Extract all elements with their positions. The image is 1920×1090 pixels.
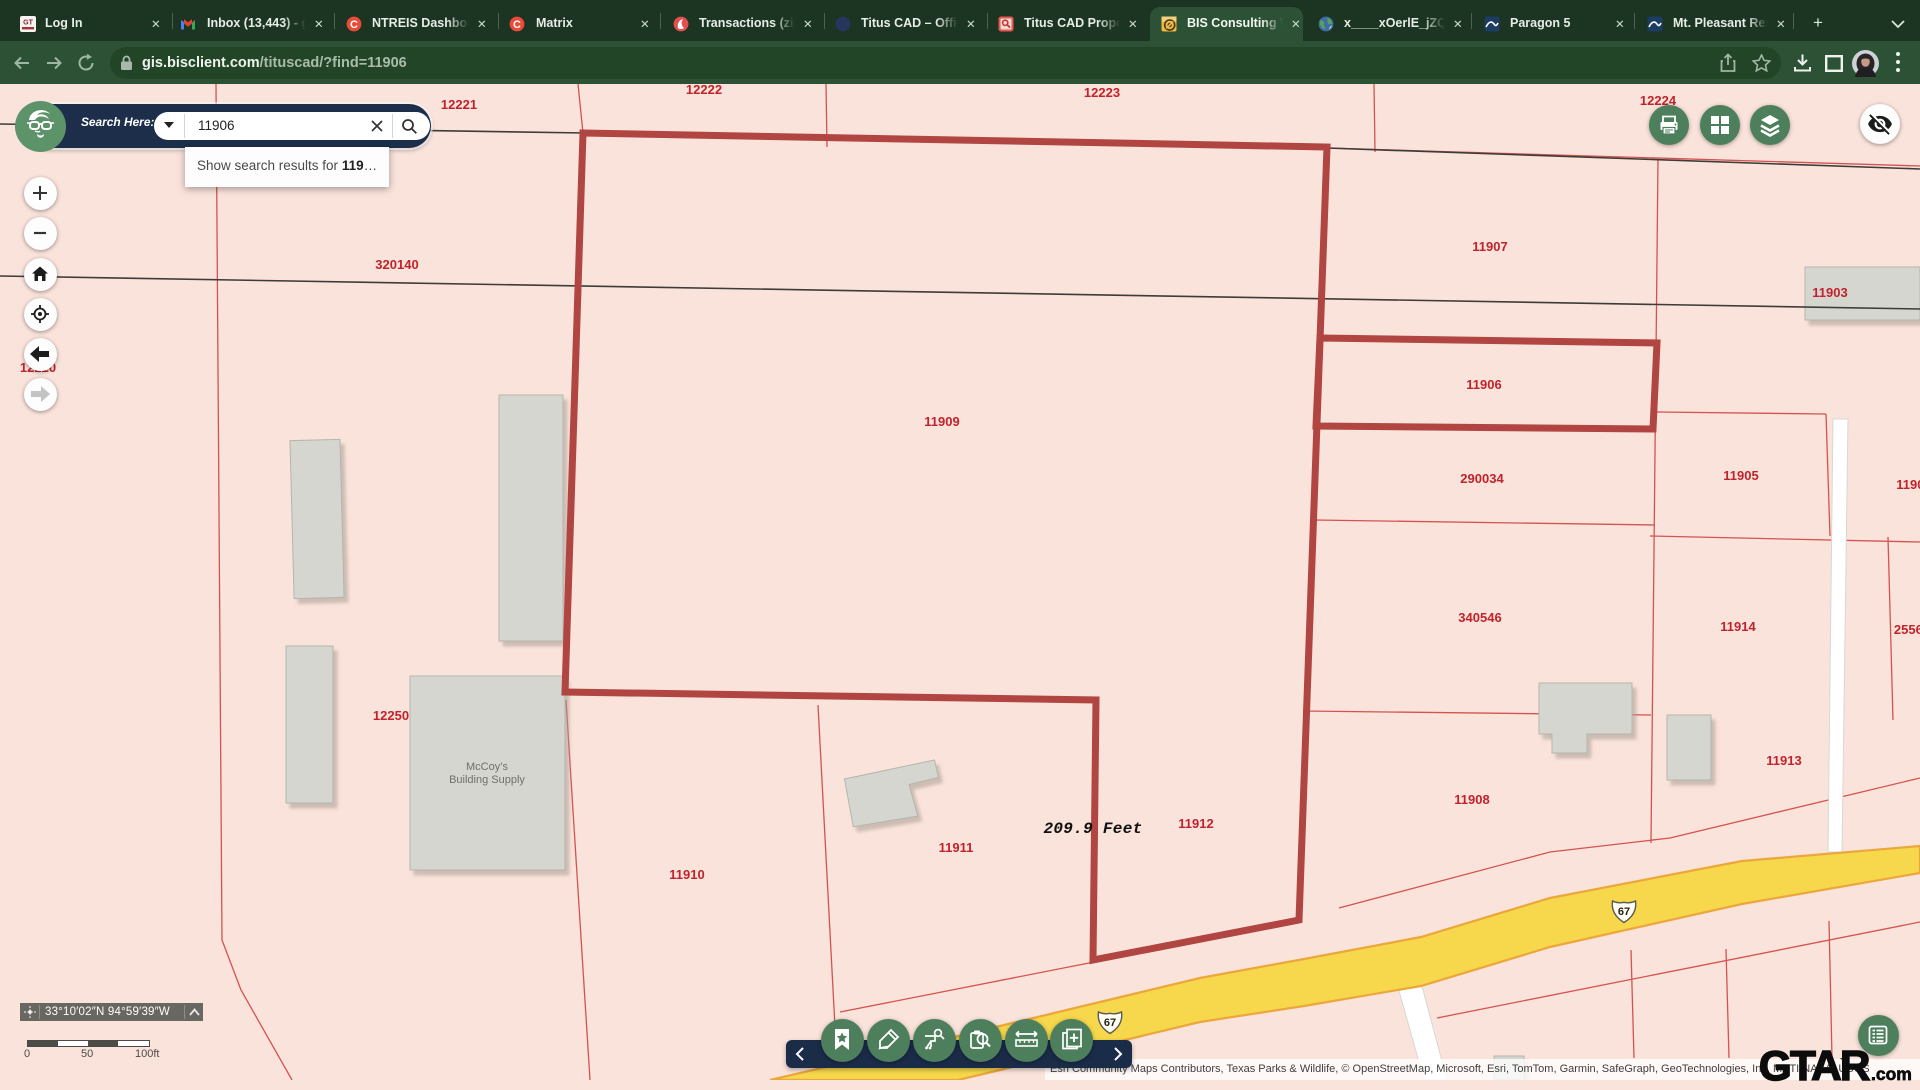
svg-text:340546: 340546 <box>1458 610 1501 625</box>
svg-text:12222: 12222 <box>686 82 722 97</box>
svg-text:209.9 Feet: 209.9 Feet <box>1043 820 1142 838</box>
svg-text:11912: 11912 <box>1178 816 1213 831</box>
svg-text:12223: 12223 <box>1084 85 1120 100</box>
svg-text:C: C <box>513 19 521 31</box>
svg-text:GT: GT <box>23 20 33 27</box>
svg-text:11910: 11910 <box>669 867 704 882</box>
svg-text:11907: 11907 <box>1472 239 1507 254</box>
svg-text:C: C <box>350 19 358 31</box>
svg-text:67: 67 <box>1104 1017 1116 1029</box>
svg-text:290034: 290034 <box>1460 471 1504 486</box>
svg-text:11903: 11903 <box>1812 285 1847 300</box>
svg-text:11914: 11914 <box>1720 619 1756 634</box>
svg-text:11913: 11913 <box>1766 753 1801 768</box>
svg-text:11908: 11908 <box>1454 792 1489 807</box>
svg-text:12250: 12250 <box>373 708 409 723</box>
svg-text:11906: 11906 <box>1466 377 1501 392</box>
svg-text:25565: 25565 <box>1894 622 1920 637</box>
svg-text:320140: 320140 <box>375 257 418 272</box>
svg-text:Building Supply: Building Supply <box>449 774 525 786</box>
svg-text:McCoy’s: McCoy’s <box>466 761 508 773</box>
svg-text:11909: 11909 <box>924 414 959 429</box>
svg-text:11905: 11905 <box>1723 468 1758 483</box>
svg-text:11911: 11911 <box>939 840 974 855</box>
svg-text:12221: 12221 <box>441 97 477 112</box>
svg-text:11904: 11904 <box>1896 477 1920 492</box>
svg-text:67: 67 <box>1618 906 1630 918</box>
